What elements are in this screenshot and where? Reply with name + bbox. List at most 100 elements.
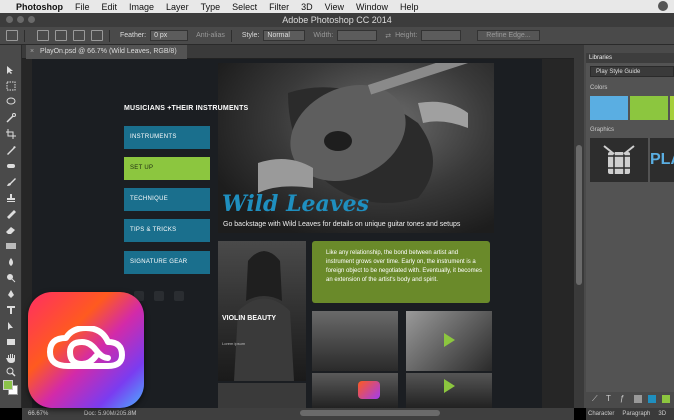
- play-icon: [444, 379, 455, 393]
- tools-panel: [0, 45, 22, 408]
- brush-tool-icon[interactable]: [5, 177, 17, 187]
- eyedropper-icon[interactable]: [5, 145, 17, 155]
- menu-type[interactable]: Type: [201, 2, 221, 12]
- close-tab-icon[interactable]: ×: [30, 45, 34, 59]
- pen-tool-icon[interactable]: [5, 289, 17, 299]
- swatch-icon[interactable]: [662, 395, 670, 403]
- vertical-scrollbar[interactable]: [574, 45, 584, 408]
- document-tab-title: PlayOn.psd @ 66.7% (Wild Leaves, RGB/8): [40, 48, 177, 55]
- move-tool-icon[interactable]: [5, 65, 17, 75]
- menu-edit[interactable]: Edit: [102, 2, 118, 12]
- crop-tool-icon[interactable]: [5, 129, 17, 139]
- type-tool-icon[interactable]: [5, 305, 17, 315]
- swatch-icon[interactable]: [648, 395, 656, 403]
- style-select[interactable]: Normal: [263, 30, 306, 41]
- violin-photo: [218, 241, 306, 381]
- healing-brush-icon[interactable]: [5, 161, 17, 171]
- marquee-preset-icon[interactable]: [6, 30, 18, 41]
- menu-filter[interactable]: Filter: [269, 2, 289, 12]
- zoom-level[interactable]: 66.67%: [28, 411, 68, 417]
- library-select[interactable]: Play Style Guide: [590, 66, 674, 77]
- style-label: Style:: [241, 32, 260, 39]
- refine-edge-button[interactable]: Refine Edge...: [477, 30, 540, 41]
- menu-app[interactable]: Photoshop: [16, 2, 63, 12]
- social-icon: [154, 291, 164, 301]
- library-color-swatch[interactable]: [590, 96, 628, 120]
- menu-select[interactable]: Select: [232, 2, 257, 12]
- zoom-tool-icon[interactable]: [5, 367, 17, 377]
- options-bar: Feather: 0 px Anti-alias Style: Normal W…: [0, 27, 674, 45]
- tab-paragraph[interactable]: Paragraph: [622, 411, 650, 417]
- height-input[interactable]: [421, 30, 462, 41]
- gradient-tool-icon[interactable]: [5, 241, 17, 251]
- design-heading: MUSICIANS +THEIR INSTRUMENTS: [124, 105, 249, 112]
- library-color-swatch[interactable]: [670, 96, 674, 120]
- menu-layer[interactable]: Layer: [166, 2, 189, 12]
- feather-label: Feather:: [120, 32, 147, 39]
- panel-tool-strip: ⟋ T ƒ: [586, 392, 674, 406]
- libraries-tab[interactable]: Libraries: [586, 53, 674, 63]
- library-graphic-drum[interactable]: [590, 138, 648, 182]
- tab-character[interactable]: Character: [588, 411, 614, 417]
- height-label: Height:: [395, 32, 418, 39]
- window-title: Adobe Photoshop CC 2014: [282, 15, 392, 25]
- nav-instruments: INSTRUMENTS: [124, 126, 210, 149]
- menu-file[interactable]: File: [75, 2, 90, 12]
- menu-view[interactable]: View: [325, 2, 344, 12]
- minimize-window-button[interactable]: [17, 16, 24, 23]
- layer-style-icon[interactable]: ƒ: [620, 394, 624, 403]
- subtract-selection-icon[interactable]: [73, 30, 85, 41]
- hero-title: Wild Leaves: [222, 191, 369, 217]
- blur-tool-icon[interactable]: [5, 257, 17, 267]
- width-input[interactable]: [337, 30, 378, 41]
- tab-3d[interactable]: 3D: [658, 411, 666, 417]
- library-graphic-text[interactable]: PLA: [650, 138, 674, 182]
- menu-image[interactable]: Image: [129, 2, 154, 12]
- brush-icon[interactable]: ⟋: [592, 394, 598, 404]
- close-window-button[interactable]: [6, 16, 13, 23]
- graphics-label: Graphics: [590, 127, 615, 133]
- menu-3d[interactable]: 3D: [301, 2, 313, 12]
- marquee-tool-icon[interactable]: [5, 81, 17, 91]
- foreground-color-swatch[interactable]: [3, 380, 13, 390]
- horizontal-scrollbar-thumb[interactable]: [300, 410, 440, 416]
- add-selection-icon[interactable]: [55, 30, 67, 41]
- menu-help[interactable]: Help: [400, 2, 419, 12]
- hand-tool-icon[interactable]: [5, 353, 17, 363]
- window-controls: [6, 16, 35, 23]
- system-status-icon[interactable]: [658, 1, 668, 11]
- document-info[interactable]: Doc: 5.90M/205.8M: [84, 411, 136, 417]
- scrollbar-thumb[interactable]: [576, 145, 582, 285]
- play-icon: [444, 333, 455, 347]
- fill-icon[interactable]: [634, 395, 642, 403]
- thumbnail-image: [312, 373, 398, 408]
- dodge-tool-icon[interactable]: [5, 273, 17, 283]
- nav-technique: TECHNIQUE: [124, 188, 210, 211]
- stamp-tool-icon[interactable]: [5, 193, 17, 203]
- eraser-tool-icon[interactable]: [5, 225, 17, 235]
- creative-cloud-logo: [28, 292, 144, 408]
- divider: [109, 29, 110, 42]
- path-selection-icon[interactable]: [5, 321, 17, 331]
- quick-selection-icon[interactable]: [5, 113, 17, 123]
- library-color-swatch[interactable]: [630, 96, 668, 120]
- divider: [230, 29, 232, 42]
- swap-icon[interactable]: ⇄: [385, 32, 391, 40]
- text-style-icon[interactable]: T: [606, 394, 611, 403]
- divider: [24, 29, 25, 42]
- thumbnail-video: [406, 311, 492, 371]
- zoom-window-button[interactable]: [28, 16, 35, 23]
- thumbnail-video: [406, 373, 492, 408]
- menu-window[interactable]: Window: [356, 2, 388, 12]
- new-selection-icon[interactable]: [37, 30, 49, 41]
- nav-set-up: SET UP: [124, 157, 210, 180]
- panel-tabs: Character Paragraph 3D: [586, 408, 674, 420]
- antialias-checkbox[interactable]: Anti-alias: [196, 32, 225, 39]
- shape-tool-icon[interactable]: [5, 337, 17, 347]
- feather-input[interactable]: 0 px: [150, 30, 189, 41]
- history-brush-icon[interactable]: [5, 209, 17, 219]
- violin-label: VIOLIN BEAUTY: [222, 315, 277, 322]
- document-tab[interactable]: × PlayOn.psd @ 66.7% (Wild Leaves, RGB/8…: [26, 45, 187, 59]
- intersect-selection-icon[interactable]: [91, 30, 103, 41]
- lasso-tool-icon[interactable]: [5, 97, 17, 107]
